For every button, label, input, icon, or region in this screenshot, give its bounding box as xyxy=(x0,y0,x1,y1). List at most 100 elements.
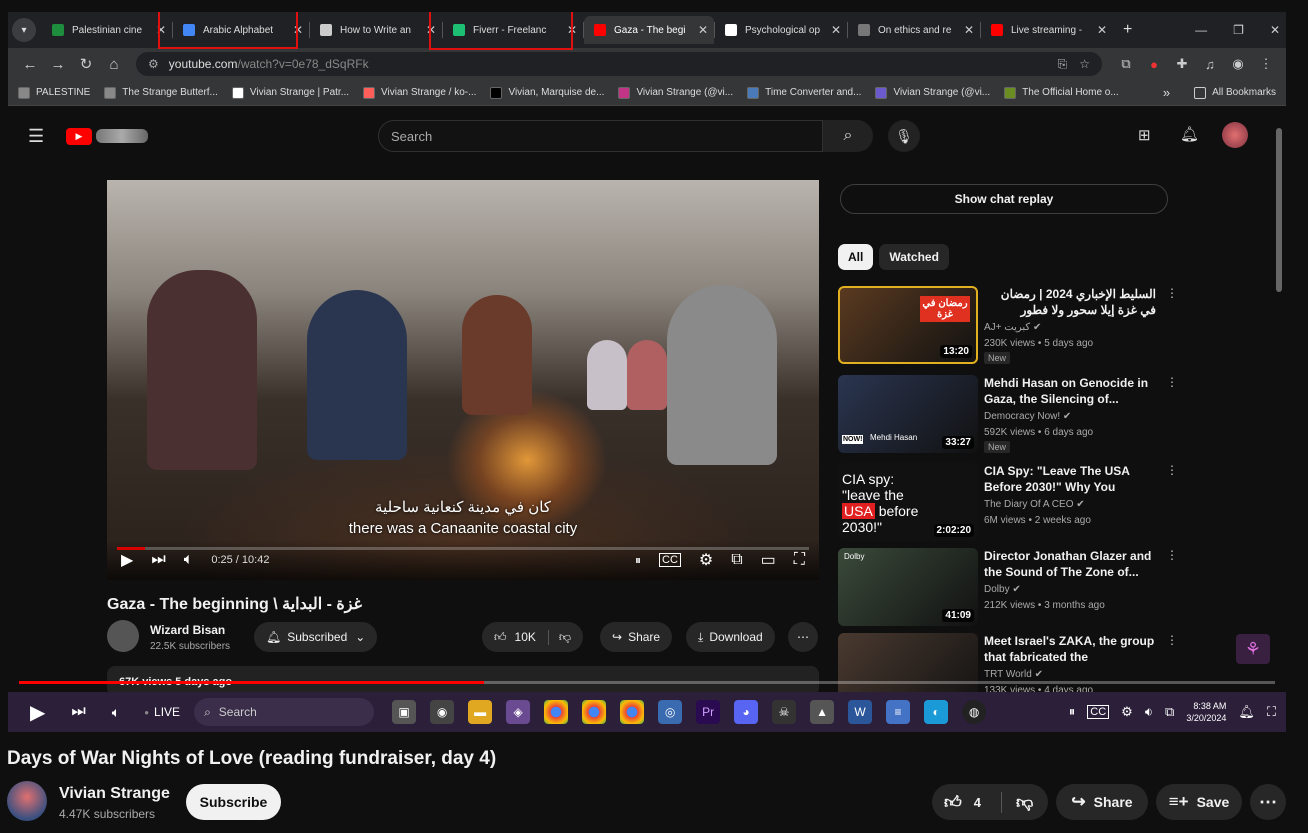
inner-description-box[interactable]: 67K views 5 days ago xyxy=(107,666,819,692)
fullscreen-icon[interactable]: ⛶ xyxy=(794,551,805,569)
tab-2[interactable]: How to Write an ✕ xyxy=(310,16,442,44)
recommendation-item[interactable]: Dolby 41:09 Director Jonathan Glazer and t… xyxy=(838,548,1178,630)
browser-menu-icon[interactable]: ⋮ xyxy=(1254,52,1278,76)
app-icon[interactable]: ◎ xyxy=(658,700,683,724)
miniplayer-icon[interactable]: ⧉ xyxy=(731,551,742,569)
bookmark-8[interactable]: The Official Home o... xyxy=(1004,86,1119,99)
tab-3[interactable]: Fiverr - Freelanc ✕ xyxy=(443,16,583,44)
recommendation-more-icon[interactable]: ⋮ xyxy=(1166,548,1178,562)
skull-app-icon[interactable]: ☠ xyxy=(772,700,797,724)
play-icon[interactable]: ▶ xyxy=(121,550,133,570)
tab-close-icon[interactable]: ✕ xyxy=(426,23,436,37)
recommendation-item[interactable]: Mehdi Hasan NOW! 33:27 Mehdi Hasan on Genoc… xyxy=(838,375,1178,457)
filter-chip-watched[interactable]: Watched xyxy=(879,244,949,270)
inner-more-button[interactable]: ⋯ xyxy=(788,622,818,652)
taskbar-clock[interactable]: 8:38 AM 3/20/2024 xyxy=(1186,700,1226,724)
search-icon[interactable]: ⌕ xyxy=(823,120,873,152)
recommendation-title[interactable]: Director Jonathan Glazer and the Sound o… xyxy=(984,548,1156,580)
captions-icon[interactable]: CC xyxy=(1087,705,1110,719)
recommendation-thumbnail[interactable]: Mehdi Hasan NOW! 33:27 xyxy=(838,375,978,453)
settings-icon[interactable]: ⚙ xyxy=(699,550,713,570)
bookmark-5[interactable]: Vivian Strange (@vi... xyxy=(618,86,733,99)
bookmark-1[interactable]: The Strange Butterf... xyxy=(104,86,218,99)
channel-avatar[interactable] xyxy=(7,781,47,821)
tab-close-icon[interactable]: ✕ xyxy=(1097,23,1107,37)
thumbs-down-icon[interactable]: 👎︎ xyxy=(547,629,571,645)
recommendation-title[interactable]: CIA Spy: "Leave The USA Before 2030!" Wh… xyxy=(984,463,1156,495)
subscribed-button[interactable]: 🔔︎ Subscribed ⌄ xyxy=(254,622,378,652)
autoplay-toggle-icon[interactable]: ⏸ xyxy=(1069,704,1076,720)
all-bookmarks-button[interactable]: All Bookmarks xyxy=(1194,86,1276,99)
chrome-icon[interactable] xyxy=(620,700,645,724)
page-scrollbar[interactable] xyxy=(1276,128,1282,292)
theater-mode-icon[interactable]: ▭ xyxy=(761,550,776,570)
account-avatar[interactable] xyxy=(1222,122,1248,148)
chrome-icon[interactable] xyxy=(544,700,569,724)
speaker-icon[interactable]: 🔉︎ xyxy=(1145,704,1153,720)
recommendation-title[interactable]: السليط الإخباري 2024 | رمضان في غزة إيلا… xyxy=(984,286,1156,318)
close-window-icon[interactable]: ✕ xyxy=(1270,23,1280,37)
inner-share-button[interactable]: ↪ Share xyxy=(600,622,673,652)
recommendation-more-icon[interactable]: ⋮ xyxy=(1166,633,1178,647)
next-icon[interactable]: ⏭ xyxy=(151,551,165,569)
video-player[interactable]: كان في مدينة كنعانية ساحلية there was a … xyxy=(107,180,819,580)
premiere-icon[interactable]: Pr xyxy=(696,700,721,724)
extension-puzzle-icon[interactable]: ⧉ xyxy=(1114,52,1138,76)
recommendation-channel[interactable]: TRT World ✔ xyxy=(984,669,1043,680)
tab-search-button[interactable]: ▾ xyxy=(12,18,36,42)
voice-search-icon[interactable]: 🎙 xyxy=(888,120,920,152)
bookmark-4[interactable]: Vivian, Marquise de... xyxy=(490,86,604,99)
new-tab-button[interactable]: + xyxy=(1123,21,1132,39)
recommendation-more-icon[interactable]: ⋮ xyxy=(1166,375,1178,389)
bookmark-6[interactable]: Time Converter and... xyxy=(747,86,861,99)
bookmark-2[interactable]: Vivian Strange | Patr... xyxy=(231,86,349,99)
channel-name[interactable]: Vivian Strange xyxy=(59,785,170,803)
recommendation-item[interactable]: CIA spy: "leave the USA before 2030!" 2:02:2… xyxy=(838,463,1178,545)
create-icon[interactable]: ⊞ xyxy=(1138,126,1151,144)
stream-volume-icon[interactable]: 🔈︎ xyxy=(112,704,120,721)
more-actions-button[interactable]: ⋯ xyxy=(1250,784,1286,820)
tab-6[interactable]: On ethics and re ✕ xyxy=(848,16,980,44)
notification-bell-icon[interactable]: 🔔︎ xyxy=(1238,704,1255,720)
restore-icon[interactable]: ❐ xyxy=(1233,23,1244,37)
recommendation-title[interactable]: Mehdi Hasan on Genocide in Gaza, the Sil… xyxy=(984,375,1156,407)
taskbar-search-field[interactable]: ⌕ Search xyxy=(194,698,375,726)
recommendation-more-icon[interactable]: ⋮ xyxy=(1166,286,1178,300)
tab-close-icon[interactable]: ✕ xyxy=(156,23,166,37)
like-button[interactable]: 👍︎ 10K 👎︎ xyxy=(482,622,584,652)
app-icon[interactable]: ▲ xyxy=(810,700,835,724)
autoplay-toggle-icon[interactable]: ⏸ xyxy=(635,553,641,568)
tab-close-icon[interactable]: ✕ xyxy=(831,23,841,37)
tab-5[interactable]: Psychological op ✕ xyxy=(715,16,847,44)
recommendation-thumbnail[interactable]: رمضان في غزة 13:20 xyxy=(838,286,978,364)
live-badge[interactable]: LIVE xyxy=(154,705,180,719)
bookmarks-overflow-button[interactable]: » xyxy=(1163,85,1170,100)
notifications-icon[interactable]: 🔔︎ xyxy=(1180,125,1199,143)
youtube-logo[interactable]: ▶ xyxy=(66,128,92,145)
recommendation-channel[interactable]: The Diary Of A CEO ✔ xyxy=(984,499,1085,510)
settings-icon[interactable]: ⚙ xyxy=(1121,704,1133,720)
tab-0[interactable]: Palestinian cine ✕ xyxy=(42,16,172,44)
inner-channel-name[interactable]: Wizard Bisan xyxy=(150,623,225,637)
stream-play-icon[interactable]: ▶ xyxy=(30,700,45,725)
chrome-icon[interactable] xyxy=(582,700,607,724)
bookmark-star-icon[interactable]: ☆ xyxy=(1079,57,1090,71)
back-icon[interactable]: ← xyxy=(16,50,44,78)
recommendation-channel[interactable]: Dolby ✔ xyxy=(984,584,1021,595)
site-info-icon[interactable]: ⚙ xyxy=(148,57,159,71)
save-button[interactable]: ≡+ Save xyxy=(1156,784,1242,820)
extensions-icon[interactable]: ✚ xyxy=(1170,52,1194,76)
bookmark-7[interactable]: Vivian Strange (@vi... xyxy=(875,86,990,99)
tab-7[interactable]: Live streaming - ✕ xyxy=(981,16,1113,44)
app-icon[interactable]: ◈ xyxy=(506,700,531,724)
fullscreen-icon[interactable]: ⛶ xyxy=(1267,704,1276,720)
obs-icon[interactable]: ◍ xyxy=(962,700,987,724)
filter-chip-all[interactable]: All xyxy=(838,244,874,270)
media-control-icon[interactable]: ♫ xyxy=(1198,52,1222,76)
bookmark-3[interactable]: Vivian Strange / ko-... xyxy=(363,86,476,99)
search-input[interactable]: Search xyxy=(378,120,823,152)
tab-close-icon[interactable]: ✕ xyxy=(698,23,708,37)
recommendation-thumbnail[interactable]: CIA spy: "leave the USA before 2030!" 2:02:2… xyxy=(838,463,978,541)
stream-next-icon[interactable]: ⏭ xyxy=(71,703,85,721)
download-button[interactable]: ⤓ Download xyxy=(686,622,775,652)
